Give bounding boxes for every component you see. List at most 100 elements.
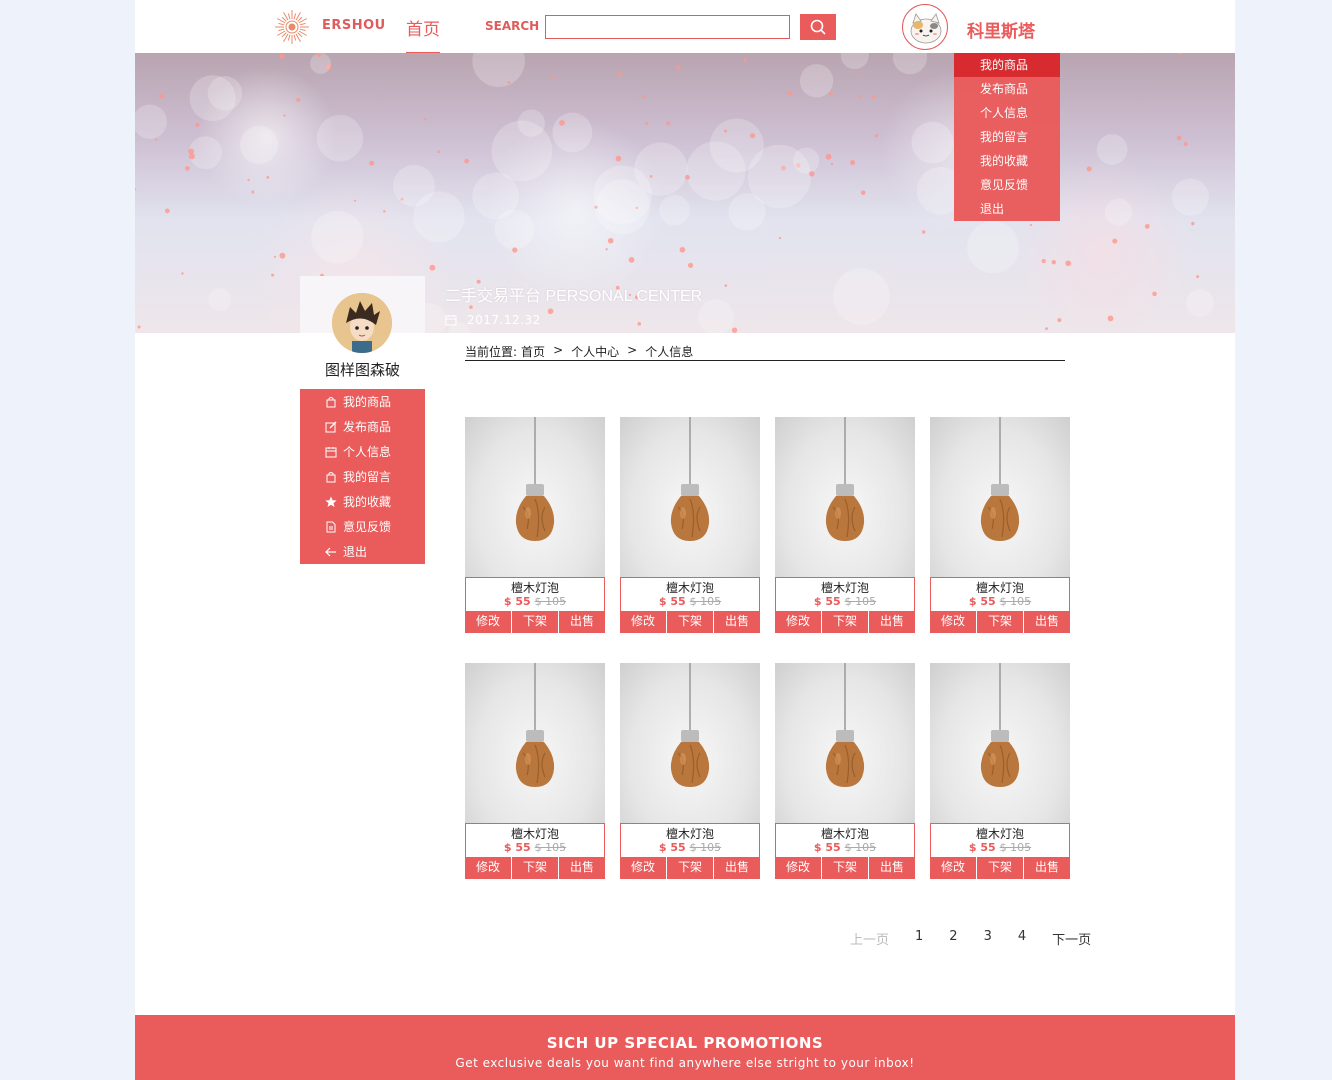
edit-button[interactable]: 修改 bbox=[465, 857, 512, 879]
product-actions: 修改 下架 出售 bbox=[465, 857, 605, 879]
dropdown-item-profile[interactable]: 个人信息 bbox=[954, 101, 1060, 125]
search-input[interactable] bbox=[545, 15, 790, 39]
calendar-icon bbox=[445, 315, 457, 326]
dropdown-item-publish[interactable]: 发布商品 bbox=[954, 77, 1060, 101]
side-item-my-goods[interactable]: 我的商品 bbox=[300, 389, 425, 414]
logo-text[interactable]: ERSHOU bbox=[322, 18, 386, 33]
side-item-publish[interactable]: 发布商品 bbox=[300, 414, 425, 439]
breadcrumb: 当前位置: 首页 > 个人中心 > 个人信息 bbox=[465, 343, 1065, 361]
dropdown-item-feedback[interactable]: 意见反馈 bbox=[954, 173, 1060, 197]
product-name[interactable]: 檀木灯泡 bbox=[776, 824, 914, 841]
breadcrumb-prefix: 当前位置: bbox=[465, 345, 518, 359]
unlist-button[interactable]: 下架 bbox=[822, 611, 869, 633]
sell-button[interactable]: 出售 bbox=[1024, 611, 1070, 633]
dropdown-item-my-goods[interactable]: 我的商品 bbox=[954, 53, 1060, 77]
side-item-messages[interactable]: 我的留言 bbox=[300, 464, 425, 489]
side-item-feedback[interactable]: 意见反馈 bbox=[300, 514, 425, 539]
sell-button[interactable]: 出售 bbox=[869, 857, 915, 879]
product-card[interactable]: 檀木灯泡 $ 55 $ 105 修改 下架 出售 bbox=[930, 663, 1070, 879]
product-price: $ 55 bbox=[968, 841, 996, 854]
side-item-favorites[interactable]: 我的收藏 bbox=[300, 489, 425, 514]
unlist-button[interactable]: 下架 bbox=[822, 857, 869, 879]
product-image[interactable] bbox=[775, 663, 915, 823]
product-image[interactable] bbox=[775, 417, 915, 577]
product-name[interactable]: 檀木灯泡 bbox=[931, 824, 1069, 841]
pagination-page-2[interactable]: 2 bbox=[949, 929, 957, 948]
product-card[interactable]: 檀木灯泡 $ 55 $ 105 修改 下架 出售 bbox=[775, 663, 915, 879]
product-image[interactable] bbox=[620, 663, 760, 823]
product-image[interactable] bbox=[930, 663, 1070, 823]
edit-button[interactable]: 修改 bbox=[620, 857, 667, 879]
sun-logo-icon[interactable] bbox=[273, 8, 311, 46]
sell-button[interactable]: 出售 bbox=[869, 611, 915, 633]
side-item-logout[interactable]: 退出 bbox=[300, 539, 425, 564]
bulb-image bbox=[515, 663, 555, 787]
product-card[interactable]: 檀木灯泡 $ 55 $ 105 修改 下架 出售 bbox=[620, 417, 760, 633]
sell-button[interactable]: 出售 bbox=[559, 611, 605, 633]
user-dropdown-menu: 我的商品 发布商品 个人信息 我的留言 我的收藏 意见反馈 退出 bbox=[954, 53, 1060, 221]
unlist-button[interactable]: 下架 bbox=[977, 857, 1024, 879]
unlist-button[interactable]: 下架 bbox=[512, 857, 559, 879]
unlist-button[interactable]: 下架 bbox=[667, 857, 714, 879]
product-name[interactable]: 檀木灯泡 bbox=[621, 824, 759, 841]
star-icon bbox=[325, 496, 337, 507]
product-card[interactable]: 檀木灯泡 $ 55 $ 105 修改 下架 出售 bbox=[465, 663, 605, 879]
product-name[interactable]: 檀木灯泡 bbox=[466, 824, 604, 841]
top-header: ERSHOU 首页 SEARCH 科里斯塔 bbox=[135, 0, 1235, 54]
unlist-button[interactable]: 下架 bbox=[512, 611, 559, 633]
breadcrumb-item-center[interactable]: 个人中心 bbox=[571, 343, 619, 360]
product-card[interactable]: 檀木灯泡 $ 55 $ 105 修改 下架 出售 bbox=[930, 417, 1070, 633]
dropdown-item-logout[interactable]: 退出 bbox=[954, 197, 1060, 221]
product-image[interactable] bbox=[620, 417, 760, 577]
promo-footer: SICH UP SPECIAL PROMOTIONS Get exclusive… bbox=[135, 1015, 1235, 1080]
bulb-image bbox=[670, 663, 710, 787]
user-name[interactable]: 科里斯塔 bbox=[967, 17, 1035, 42]
product-card[interactable]: 檀木灯泡 $ 55 $ 105 修改 下架 出售 bbox=[775, 417, 915, 633]
product-image[interactable] bbox=[465, 417, 605, 577]
sell-button[interactable]: 出售 bbox=[559, 857, 605, 879]
footer-subtitle: Get exclusive deals you want find anywhe… bbox=[455, 1056, 915, 1070]
edit-button[interactable]: 修改 bbox=[930, 611, 977, 633]
sell-button[interactable]: 出售 bbox=[714, 857, 760, 879]
unlist-button[interactable]: 下架 bbox=[667, 611, 714, 633]
product-image[interactable] bbox=[930, 417, 1070, 577]
product-name[interactable]: 檀木灯泡 bbox=[466, 578, 604, 595]
side-item-label: 我的留言 bbox=[343, 470, 392, 484]
edit-button[interactable]: 修改 bbox=[930, 857, 977, 879]
product-name[interactable]: 檀木灯泡 bbox=[621, 578, 759, 595]
pagination-page-3[interactable]: 3 bbox=[984, 929, 992, 948]
pagination-page-4[interactable]: 4 bbox=[1018, 929, 1026, 948]
side-item-profile[interactable]: 个人信息 bbox=[300, 439, 425, 464]
sell-button[interactable]: 出售 bbox=[1024, 857, 1070, 879]
edit-button[interactable]: 修改 bbox=[620, 611, 667, 633]
edit-button[interactable]: 修改 bbox=[465, 611, 512, 633]
hero-title: 二手交易平台 PERSONAL CENTER bbox=[445, 288, 703, 305]
product-info: 檀木灯泡 $ 55 $ 105 bbox=[465, 823, 605, 857]
dropdown-item-messages[interactable]: 我的留言 bbox=[954, 125, 1060, 149]
sell-button[interactable]: 出售 bbox=[714, 611, 760, 633]
dropdown-item-favorites[interactable]: 我的收藏 bbox=[954, 149, 1060, 173]
unlist-button[interactable]: 下架 bbox=[977, 611, 1024, 633]
product-price: $ 55 bbox=[503, 595, 531, 608]
product-card[interactable]: 檀木灯泡 $ 55 $ 105 修改 下架 出售 bbox=[620, 663, 760, 879]
pagination-prev[interactable]: 上一页 bbox=[850, 929, 889, 948]
product-name[interactable]: 檀木灯泡 bbox=[931, 578, 1069, 595]
product-image[interactable] bbox=[465, 663, 605, 823]
side-menu: 我的商品 发布商品 个人信息 我的留言 我的收藏 意见反馈 退出 bbox=[300, 389, 425, 564]
side-item-label: 发布商品 bbox=[343, 420, 392, 434]
breadcrumb-item-current[interactable]: 个人信息 bbox=[645, 343, 693, 360]
nav-home-link[interactable]: 首页 bbox=[406, 15, 440, 54]
edit-button[interactable]: 修改 bbox=[775, 857, 822, 879]
pagination-page-1[interactable]: 1 bbox=[915, 929, 923, 948]
profile-avatar[interactable] bbox=[332, 293, 392, 353]
edit-button[interactable]: 修改 bbox=[775, 611, 822, 633]
product-prices: $ 55 $ 105 bbox=[621, 841, 759, 854]
edit-icon bbox=[325, 421, 337, 432]
product-name[interactable]: 檀木灯泡 bbox=[776, 578, 914, 595]
product-actions: 修改 下架 出售 bbox=[620, 857, 760, 879]
pagination-next[interactable]: 下一页 bbox=[1052, 929, 1091, 948]
search-button[interactable] bbox=[800, 14, 836, 40]
breadcrumb-item-home[interactable]: 首页 bbox=[521, 343, 545, 360]
user-avatar[interactable] bbox=[902, 4, 948, 50]
product-card[interactable]: 檀木灯泡 $ 55 $ 105 修改 下架 出售 bbox=[465, 417, 605, 633]
